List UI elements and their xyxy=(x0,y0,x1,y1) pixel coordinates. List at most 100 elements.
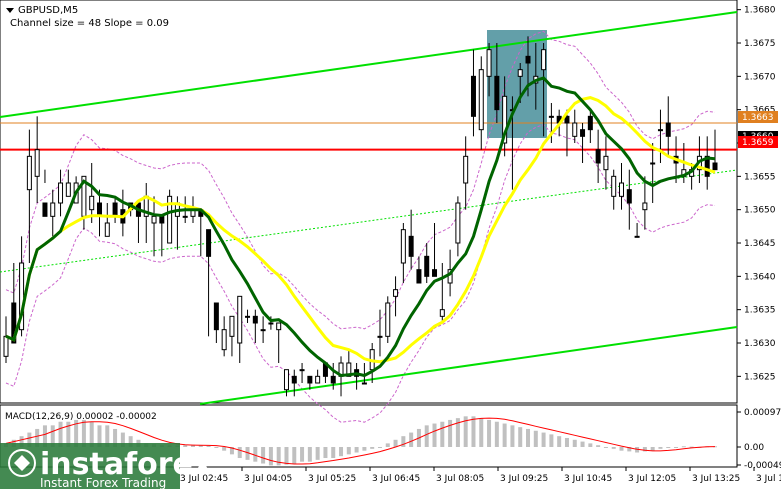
macd-bar xyxy=(596,445,601,447)
macd-bar xyxy=(385,443,390,447)
symbol-label: GBPUSD,M5 xyxy=(18,5,78,16)
candle-body xyxy=(408,235,414,257)
macd-bar xyxy=(549,434,554,447)
candle-body xyxy=(361,382,367,385)
price-tick-label: 1.3630 xyxy=(744,339,776,349)
price-tick-label: 1.3675 xyxy=(744,39,776,49)
candle-body xyxy=(525,55,531,64)
macd-bar xyxy=(237,447,242,459)
candle-body xyxy=(478,69,484,131)
candle-body xyxy=(712,162,718,171)
candle-body xyxy=(112,202,118,217)
candle-body xyxy=(104,222,110,237)
candle-body xyxy=(330,375,336,384)
candle-body xyxy=(65,182,71,197)
candle-body xyxy=(634,235,640,238)
macd-bar xyxy=(502,423,507,447)
macd-bar xyxy=(541,432,546,447)
candle-body xyxy=(541,49,547,71)
candle-body xyxy=(619,182,625,197)
candle-body xyxy=(611,175,617,197)
macd-bar xyxy=(409,432,414,447)
macd-bar xyxy=(81,419,86,447)
candle-body xyxy=(595,149,601,164)
price-tick-label: 1.3670 xyxy=(744,72,776,82)
time-tick-label: 3 Jul 10:45 xyxy=(564,474,612,484)
macd-bar xyxy=(323,447,328,459)
time-tick-label: 3 Jul 12:05 xyxy=(628,474,676,484)
candle-body xyxy=(34,149,40,177)
time-tick-label: 3 Jul 04:05 xyxy=(244,474,292,484)
macd-bar xyxy=(268,447,273,466)
price-tick-label: 1.3650 xyxy=(744,206,776,216)
macd-bar xyxy=(666,447,671,448)
badge-red-text: 1.3659 xyxy=(742,138,774,148)
macd-bar xyxy=(331,447,336,459)
candle-body xyxy=(229,315,235,337)
candle-body xyxy=(424,255,430,277)
candle-body xyxy=(665,122,671,137)
candle-body xyxy=(626,189,632,204)
macd-bar xyxy=(362,447,367,451)
candle-body xyxy=(385,302,391,337)
macd-tick-label: 0.00097 xyxy=(744,408,781,418)
macd-bar xyxy=(440,421,445,447)
macd-bar xyxy=(650,447,655,451)
macd-bar xyxy=(339,447,344,457)
macd-bar xyxy=(300,447,305,462)
candle-body xyxy=(151,215,157,224)
time-tick-label: 3 Jul 13:25 xyxy=(692,474,740,484)
macd-bar xyxy=(261,447,266,464)
candle-body xyxy=(182,215,188,218)
candle-body xyxy=(307,375,313,384)
logo-tagline: Instant Forex Trading xyxy=(40,476,166,489)
macd-bar xyxy=(315,447,320,460)
candle-body xyxy=(463,155,469,184)
candle-body xyxy=(650,162,656,165)
candle-body xyxy=(291,375,297,384)
channel-label: Channel size = 48 Slope = 0.09 xyxy=(10,18,169,29)
candle-body xyxy=(213,302,219,331)
price-chart[interactable]: 1.36801.36751.36701.36651.36601.36551.36… xyxy=(0,0,781,489)
candle-body xyxy=(432,269,438,277)
candle-body xyxy=(494,75,500,111)
macd-bar xyxy=(518,427,523,447)
macd-bar xyxy=(479,418,484,447)
time-tick-label: 3 Jul 08:05 xyxy=(436,474,484,484)
candle-body xyxy=(245,315,251,318)
macd-bar xyxy=(214,447,219,448)
candle-body xyxy=(587,115,593,131)
macd-bar xyxy=(564,437,569,447)
macd-bar xyxy=(370,447,375,449)
candle-body xyxy=(42,202,48,217)
macd-bar xyxy=(393,439,398,447)
candle-body xyxy=(283,369,289,391)
candle-body xyxy=(377,335,383,338)
price-tick-label: 1.3625 xyxy=(744,372,776,382)
macd-bar xyxy=(487,419,492,447)
macd-bar xyxy=(424,425,429,447)
candle-body xyxy=(58,182,64,204)
macd-bar xyxy=(432,423,437,447)
candle-body xyxy=(486,49,492,77)
candle-body xyxy=(260,329,266,332)
macd-bar xyxy=(611,447,616,449)
candle-body xyxy=(642,202,648,211)
candle-body xyxy=(3,335,9,357)
time-tick-label: 3 Jul 09:25 xyxy=(500,474,548,484)
candle-body xyxy=(221,329,227,351)
price-tick-label: 1.3640 xyxy=(744,272,776,282)
price-tick-label: 1.3680 xyxy=(744,6,776,16)
candle-body xyxy=(580,129,586,137)
candle-body xyxy=(517,69,523,77)
macd-bar xyxy=(658,447,663,449)
candle-body xyxy=(439,309,445,317)
macd-bar xyxy=(681,446,686,448)
candle-body xyxy=(400,229,406,264)
macd-tick-label: -0.00049 xyxy=(744,461,781,471)
price-tick-label: 1.3635 xyxy=(744,306,776,316)
macd-bar xyxy=(603,447,608,448)
macd-tick-label: 0.00 xyxy=(744,443,764,453)
macd-title: MACD(12,26,9) 0.00002 -0.00002 xyxy=(5,412,157,422)
price-tick-label: 1.3645 xyxy=(744,239,776,249)
